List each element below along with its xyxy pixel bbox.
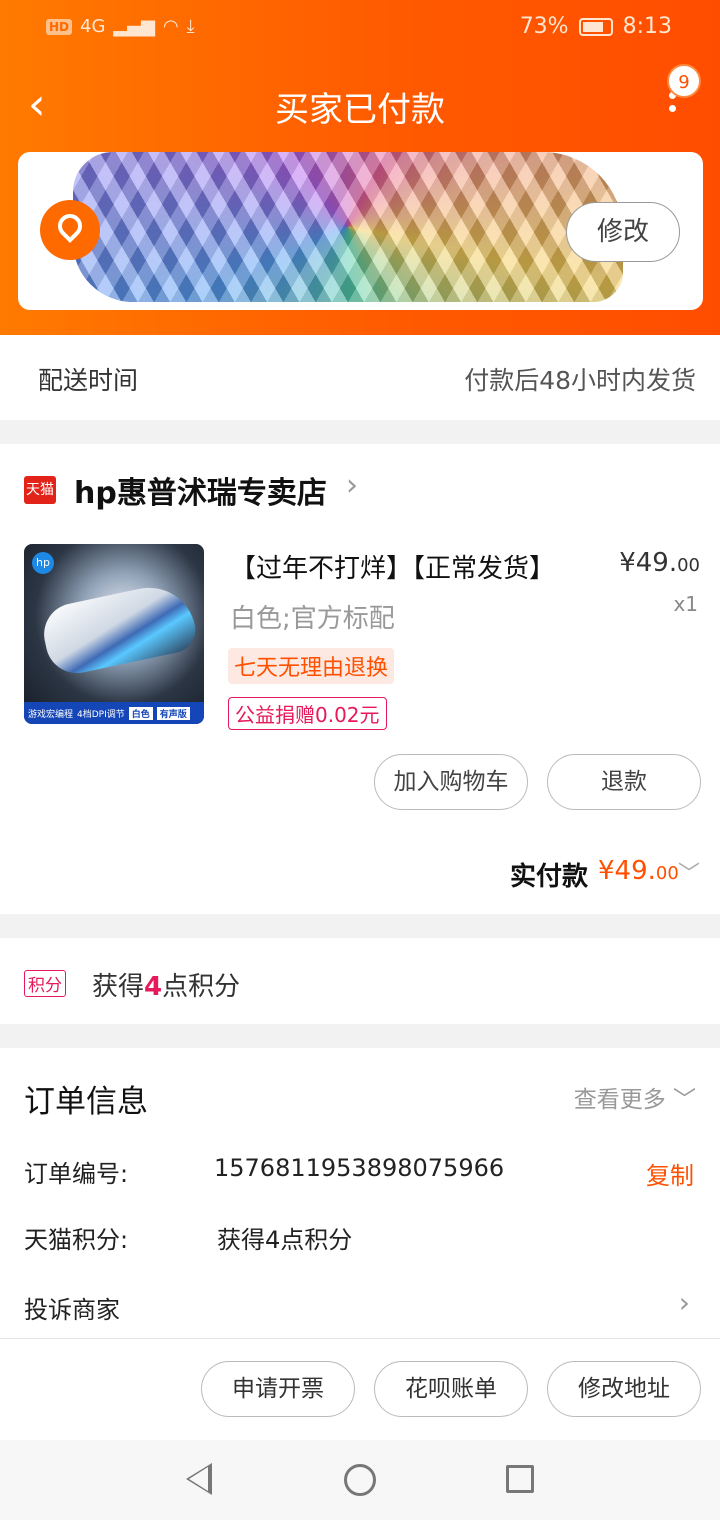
mouse-illustration <box>38 579 200 679</box>
system-home-icon[interactable] <box>344 1464 376 1496</box>
edit-address-button[interactable]: 修改 <box>566 202 680 262</box>
points-row: 积分 获得4点积分 <box>0 938 720 1024</box>
battery-icon <box>578 17 613 36</box>
clock: 8:13 <box>622 14 672 39</box>
paid-cents: 00 <box>655 863 679 884</box>
battery-percent: 73% <box>519 14 569 39</box>
wifi-icon: ◠ <box>162 16 179 37</box>
hp-logo: hp <box>32 552 54 574</box>
download-icon: ⤓ <box>186 16 195 37</box>
view-more-label: 查看更多 <box>573 1087 666 1113</box>
system-back-icon[interactable] <box>186 1463 212 1495</box>
price-cents: 00 <box>677 555 700 576</box>
bottom-action-bar: 申请开票 花呗账单 修改地址 <box>0 1338 720 1440</box>
product-title[interactable]: 【过年不打烊】【正常发货】 <box>230 548 555 585</box>
view-more-link[interactable]: 查看更多 ﹀ <box>574 1080 696 1114</box>
status-bar: HD 4G ▂▄▆ ◠ ⤓ 73% 8:13 <box>0 0 720 58</box>
order-info-section: 订单信息 查看更多 ﹀ 订单编号: 1576811953898075966 复制… <box>0 1048 720 1338</box>
signal-icon: ▂▄▆ <box>113 16 155 37</box>
copy-button[interactable]: 复制 <box>646 1156 694 1191</box>
message-badge[interactable]: 9 <box>667 64 701 98</box>
network-indicator: 4G <box>80 16 106 37</box>
store-section: 天猫 hp惠普沭瑞专卖店 › hp 游戏宏编程 4档DPI调节 白色 有声版 【… <box>0 444 720 914</box>
address-redaction-pattern <box>73 152 623 302</box>
product-price: ¥49.00 <box>619 548 700 578</box>
tmall-points-value: 获得4点积分 <box>217 1226 353 1254</box>
more-dot <box>668 105 676 112</box>
points-text: 获得4点积分 <box>92 966 240 1003</box>
strip-text: 游戏宏编程 <box>28 709 74 720</box>
add-to-cart-button[interactable]: 加入购物车 <box>374 754 528 810</box>
product-quantity: x1 <box>673 592 698 616</box>
system-recents-icon[interactable] <box>506 1465 534 1493</box>
chevron-down-icon: ﹀ <box>673 1087 696 1113</box>
apply-invoice-button[interactable]: 申请开票 <box>201 1361 355 1417</box>
order-number-value: 1576811953898075966 <box>214 1154 505 1182</box>
charity-tag: 公益捐赠0.02元 <box>228 697 387 730</box>
delivery-value: 付款后48小时内发货 <box>464 366 696 395</box>
tmall-logo-icon: 天猫 <box>24 476 56 504</box>
price-main: ¥49. <box>619 548 678 578</box>
product-image-strip: 游戏宏编程 4档DPI调节 白色 有声版 <box>24 702 204 724</box>
tmall-points-label: 天猫积分: <box>24 1226 129 1254</box>
complaint-link[interactable]: 投诉商家 <box>24 1290 120 1325</box>
delivery-label: 配送时间 <box>38 366 139 395</box>
product-image[interactable]: hp 游戏宏编程 4档DPI调节 白色 有声版 <box>24 544 204 724</box>
points-suffix: 点积分 <box>162 972 241 1002</box>
strip-text: 白色 <box>128 706 153 720</box>
address-card[interactable]: 修改 <box>18 152 703 310</box>
points-badge: 积分 <box>24 970 66 997</box>
paid-amount: ¥49.00 <box>598 856 679 886</box>
refund-button[interactable]: 退款 <box>547 754 701 810</box>
points-number: 4 <box>144 972 163 1002</box>
paid-main: ¥49. <box>598 856 656 886</box>
order-number-label: 订单编号: <box>24 1160 129 1188</box>
hd-indicator: HD <box>46 18 73 35</box>
chevron-down-icon[interactable]: ﹀ <box>678 856 700 888</box>
modify-address-button[interactable]: 修改地址 <box>547 1361 701 1417</box>
strip-text: 有声版 <box>156 706 190 720</box>
huabei-bill-button[interactable]: 花呗账单 <box>374 1361 528 1417</box>
page-title: 买家已付款 <box>275 90 445 130</box>
strip-text: 4档DPI调节 <box>77 709 125 720</box>
points-prefix: 获得 <box>92 972 145 1002</box>
product-sku: 白色;官方标配 <box>230 604 395 634</box>
order-info-title: 订单信息 <box>24 1084 148 1120</box>
store-name-link[interactable]: hp惠普沭瑞专卖店 <box>74 468 327 512</box>
delivery-time-row: 配送时间 付款后48小时内发货 <box>0 335 720 420</box>
paid-label: 实付款 <box>510 862 589 892</box>
chevron-right-icon[interactable]: › <box>679 1286 690 1319</box>
chevron-right-icon[interactable]: › <box>346 468 358 503</box>
return-policy-tag: 七天无理由退换 <box>228 648 395 684</box>
system-nav-bar <box>0 1440 720 1520</box>
location-pin-icon <box>40 200 100 260</box>
